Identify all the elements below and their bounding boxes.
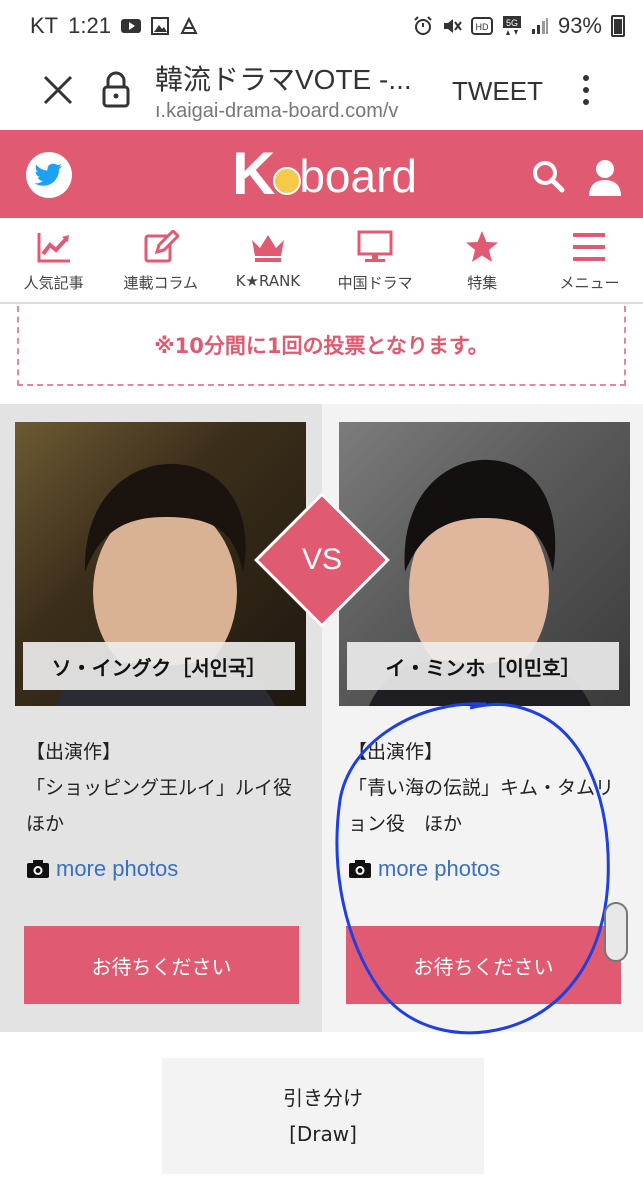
hand-drawn-circle-annotation — [335, 702, 610, 1035]
draw-button[interactable]: 引き分け [Draw] — [162, 1058, 484, 1174]
fast-scroll-handle[interactable] — [604, 902, 628, 962]
draw-label-jp: 引き分け — [283, 1086, 363, 1110]
draw-label-en: [Draw] — [289, 1122, 357, 1146]
